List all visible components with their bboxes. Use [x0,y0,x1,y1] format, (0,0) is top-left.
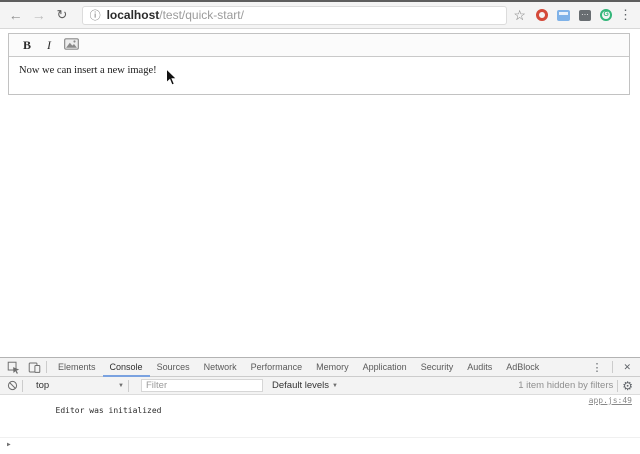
bold-button[interactable]: B [16,35,38,55]
log-levels-select[interactable]: Default levels ▼ [272,380,338,391]
console-filter-input[interactable] [141,379,263,392]
url-host: localhost [107,8,160,22]
back-button[interactable]: ← [4,2,27,28]
clear-console-icon[interactable] [7,380,18,391]
execution-context-select[interactable]: top ▼ [36,380,124,391]
devtools-window-controls: ⋮ ✕ [585,361,640,374]
tab-console[interactable]: Console [103,358,150,377]
source-location-link[interactable]: app.js:49 [589,396,632,406]
tab-sources[interactable]: Sources [150,358,197,377]
url-path: /test/quick-start/ [159,8,244,22]
tab-audits[interactable]: Audits [460,358,499,377]
chevron-down-icon: ▼ [332,383,338,389]
tab-application[interactable]: Application [356,358,414,377]
tab-security[interactable]: Security [414,358,461,377]
rich-text-editor: B I Now we can insert a new image! [8,33,630,95]
devtools-tabbar: Elements Console Sources Network Perform… [0,358,640,377]
italic-button[interactable]: I [38,35,60,55]
context-value: top [36,380,49,391]
expand-triangle-icon[interactable]: ▶ [7,440,11,450]
console-toolbar: top ▼ Default levels ▼ 1 item hidden by … [0,377,640,395]
console-output: Editor was initialized app.js:49 ▶ Class… [0,395,640,454]
divider [617,380,618,392]
hidden-items-status: 1 item hidden by filters [518,380,613,391]
devtools-panel: Elements Console Sources Network Perform… [0,357,640,454]
forward-button[interactable]: → [27,2,50,28]
extension-icon-dark-dots[interactable]: ··· [579,10,592,21]
console-settings-gear-icon[interactable]: ⚙ [622,379,633,393]
console-message-text: Editor was initialized [56,406,162,415]
tab-memory[interactable]: Memory [309,358,356,377]
device-toolbar-icon[interactable] [26,361,42,374]
image-icon [64,38,79,53]
browser-toolbar: ← → ↻ ⓘ localhost/test/quick-start/ ☆ ··… [0,2,640,29]
browser-menu-icon[interactable]: ⋮ [619,2,632,28]
extension-icon-green-g[interactable]: G [600,9,612,21]
extension-icon-blue-window[interactable] [557,10,570,21]
editor-toolbar: B I [9,34,629,57]
reload-button[interactable]: ↻ [50,2,73,28]
levels-value: Default levels [272,380,329,391]
tab-network[interactable]: Network [197,358,244,377]
chevron-down-icon: ▼ [118,383,124,389]
editor-content[interactable]: Now we can insert a new image! [9,57,629,94]
browser-window: ← → ↻ ⓘ localhost/test/quick-start/ ☆ ··… [0,0,640,454]
divider [612,361,613,373]
inspect-element-icon[interactable] [5,361,21,374]
tab-elements[interactable]: Elements [51,358,103,377]
page-info-icon[interactable]: ⓘ [90,7,101,23]
extension-icon-red-ring[interactable] [536,9,548,21]
devtools-menu-icon[interactable]: ⋮ [585,361,608,374]
devtools-close-icon[interactable]: ✕ [617,362,640,373]
console-object-row: ▶ ClassicEditor {config: Config, plugins… [0,438,640,454]
mouse-cursor [165,68,178,87]
tab-adblock[interactable]: AdBlock [499,358,546,377]
editor-paragraph: Now we can insert a new image! [19,65,629,76]
address-bar[interactable]: ⓘ localhost/test/quick-start/ [82,6,507,25]
bookmark-star-icon[interactable]: ☆ [512,7,527,24]
console-message-row: Editor was initialized app.js:49 [0,395,640,438]
divider [46,361,47,373]
page-content: B I Now we can insert a new image! [0,30,640,357]
insert-image-button[interactable] [60,35,82,55]
divider [22,380,23,392]
divider [128,380,129,392]
tab-performance[interactable]: Performance [244,358,310,377]
